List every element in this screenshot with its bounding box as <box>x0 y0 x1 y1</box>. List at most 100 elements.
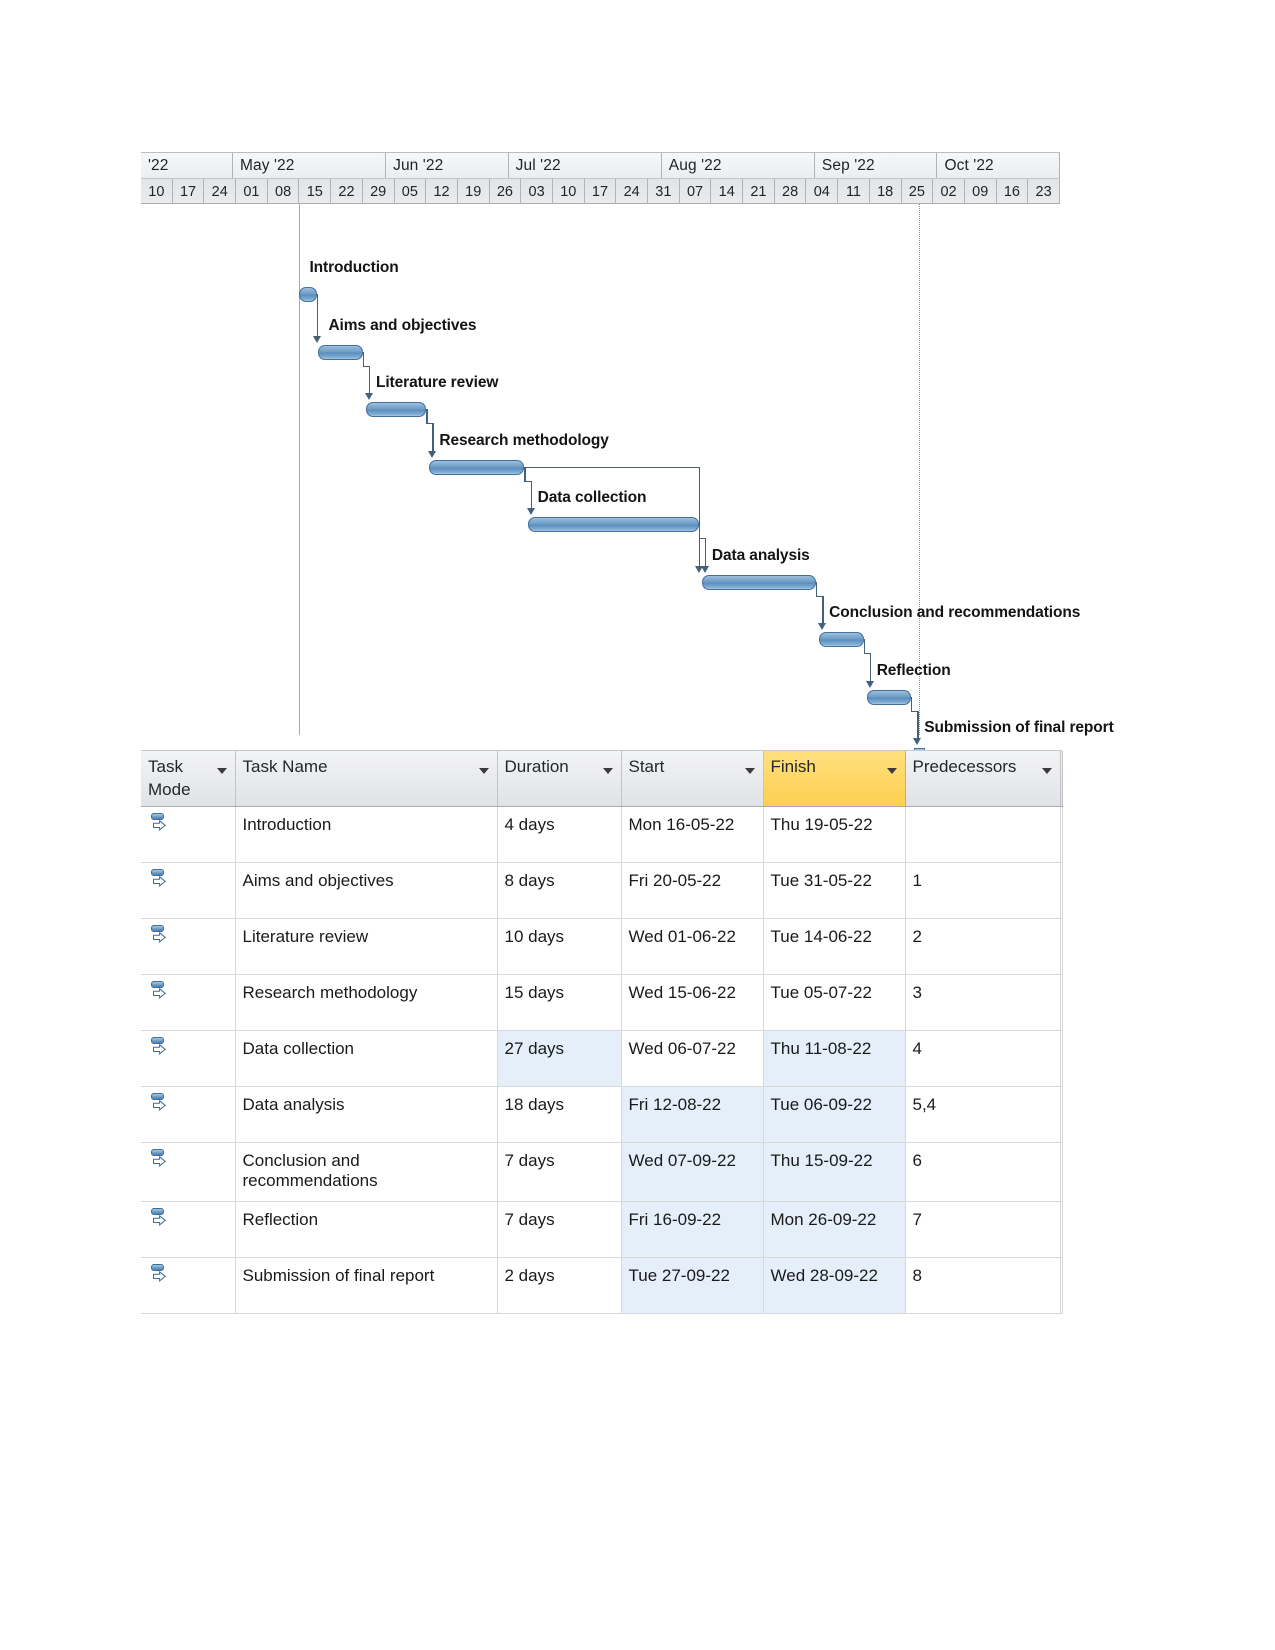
duration-cell[interactable]: 27 days <box>497 1030 622 1087</box>
table-row[interactable]: Aims and objectives 8 days Fri 20-05-22 Tue… <box>141 862 1063 919</box>
predecessors-cell[interactable]: 6 <box>905 1142 1061 1202</box>
chevron-down-icon[interactable] <box>602 768 613 774</box>
chevron-down-icon[interactable] <box>1041 768 1052 774</box>
predecessors-cell[interactable]: 4 <box>905 1030 1061 1087</box>
manually-scheduled-icon[interactable] <box>150 1149 170 1169</box>
task-name-cell[interactable]: Introduction <box>235 806 498 863</box>
finish-date-cell[interactable]: Mon 26-09-22 <box>763 1201 906 1258</box>
task-name-cell[interactable]: Conclusion and recommendations <box>235 1142 498 1202</box>
start-date-cell[interactable]: Tue 27-09-22 <box>621 1257 764 1314</box>
task-mode-cell[interactable] <box>141 1030 236 1087</box>
finish-date-cell[interactable]: Tue 05-07-22 <box>763 974 906 1031</box>
table-row[interactable]: Data collection 27 days Wed 06-07-22 Thu 11… <box>141 1030 1063 1087</box>
start-date-cell[interactable]: Mon 16-05-22 <box>621 806 764 863</box>
table-row[interactable]: Data analysis 18 days Fri 12-08-22 Tue 06-0… <box>141 1086 1063 1143</box>
table-row[interactable]: Introduction 4 days Mon 16-05-22 Thu 19-05-… <box>141 806 1063 863</box>
duration-cell[interactable]: 18 days <box>497 1086 622 1143</box>
finish-date-cell[interactable]: Thu 11-08-22 <box>763 1030 906 1087</box>
start-date-cell[interactable]: Wed 01-06-22 <box>621 918 764 975</box>
gantt-task-bar[interactable] <box>318 344 363 360</box>
gantt-task-bar[interactable] <box>701 574 816 590</box>
duration-cell[interactable]: 15 days <box>497 974 622 1031</box>
manually-scheduled-icon[interactable] <box>150 1037 170 1057</box>
duration-cell[interactable]: 2 days <box>497 1257 622 1314</box>
chevron-down-icon[interactable] <box>478 768 489 774</box>
column-header-blank[interactable] <box>1060 751 1063 807</box>
manually-scheduled-icon[interactable] <box>150 1093 170 1113</box>
task-mode-cell[interactable] <box>141 1142 236 1202</box>
predecessors-cell[interactable]: 5,4 <box>905 1086 1061 1143</box>
manually-scheduled-icon[interactable] <box>150 869 170 889</box>
finish-date-cell[interactable]: Tue 06-09-22 <box>763 1086 906 1143</box>
gantt-task-bar[interactable] <box>365 402 427 417</box>
predecessors-cell[interactable]: 1 <box>905 862 1061 919</box>
finish-date-cell[interactable]: Thu 15-09-22 <box>763 1142 906 1202</box>
task-mode-cell[interactable] <box>141 918 236 975</box>
manually-scheduled-icon[interactable] <box>150 1208 170 1228</box>
predecessors-cell[interactable] <box>905 806 1061 863</box>
gantt-task-bar[interactable] <box>429 459 525 475</box>
column-header-duration[interactable]: Duration <box>497 751 622 807</box>
dependency-arrow-icon <box>818 623 827 630</box>
task-mode-cell[interactable] <box>141 806 236 863</box>
column-header-finish[interactable]: Finish <box>763 751 906 807</box>
task-mode-cell[interactable] <box>141 1257 236 1314</box>
spacer-cell <box>1060 862 1063 919</box>
finish-date-cell[interactable]: Wed 28-09-22 <box>763 1257 906 1314</box>
task-name-cell[interactable]: Data collection <box>235 1030 498 1087</box>
task-name-cell[interactable]: Literature review <box>235 918 498 975</box>
duration-cell[interactable]: 10 days <box>497 918 622 975</box>
task-name-cell[interactable]: Aims and objectives <box>235 862 498 919</box>
table-row[interactable]: Submission of final report 2 days Tue 27-0… <box>141 1257 1063 1314</box>
manually-scheduled-icon[interactable] <box>150 1264 170 1284</box>
task-name-cell[interactable]: Submission of final report <box>235 1257 498 1314</box>
manually-scheduled-icon[interactable] <box>150 813 170 833</box>
timeline-month-0: '22 <box>141 153 233 178</box>
table-row[interactable]: Conclusion and recommendations 7 days Wed … <box>141 1142 1063 1202</box>
manually-scheduled-icon[interactable] <box>150 925 170 945</box>
column-header-task-name[interactable]: Task Name <box>235 751 498 807</box>
spacer-cell <box>1060 1030 1063 1087</box>
timeline-week-5: 15 <box>299 179 332 204</box>
chevron-down-icon[interactable] <box>886 768 897 774</box>
duration-cell[interactable]: 8 days <box>497 862 622 919</box>
table-row[interactable]: Literature review 10 days Wed 01-06-22 Tue … <box>141 918 1063 975</box>
start-date-cell[interactable]: Wed 07-09-22 <box>621 1142 764 1202</box>
predecessors-cell[interactable]: 7 <box>905 1201 1061 1258</box>
task-name-cell[interactable]: Reflection <box>235 1201 498 1258</box>
duration-cell[interactable]: 7 days <box>497 1142 622 1202</box>
predecessors-cell[interactable]: 3 <box>905 974 1061 1031</box>
column-header-task[interactable]: Task Mode <box>141 751 236 807</box>
finish-date-cell[interactable]: Tue 31-05-22 <box>763 862 906 919</box>
start-date-cell[interactable]: Fri 12-08-22 <box>621 1086 764 1143</box>
spacer-cell <box>1060 1257 1063 1314</box>
gantt-task-bar[interactable] <box>299 287 317 302</box>
task-mode-cell[interactable] <box>141 974 236 1031</box>
column-header-start[interactable]: Start <box>621 751 764 807</box>
timeline-month-4: Aug '22 <box>662 153 815 178</box>
chevron-down-icon[interactable] <box>216 768 227 774</box>
task-name-cell[interactable]: Data analysis <box>235 1086 498 1143</box>
task-name-cell[interactable]: Research methodology <box>235 974 498 1031</box>
predecessors-cell[interactable]: 2 <box>905 918 1061 975</box>
start-date-cell[interactable]: Fri 20-05-22 <box>621 862 764 919</box>
task-mode-cell[interactable] <box>141 862 236 919</box>
start-date-cell[interactable]: Fri 16-09-22 <box>621 1201 764 1258</box>
predecessors-cell[interactable]: 8 <box>905 1257 1061 1314</box>
table-row[interactable]: Reflection 7 days Fri 16-09-22 Mon 26-09-22… <box>141 1201 1063 1258</box>
finish-date-cell[interactable]: Tue 14-06-22 <box>763 918 906 975</box>
start-date-cell[interactable]: Wed 15-06-22 <box>621 974 764 1031</box>
manually-scheduled-icon[interactable] <box>150 981 170 1001</box>
gantt-task-bar[interactable] <box>819 632 864 647</box>
task-mode-cell[interactable] <box>141 1201 236 1258</box>
finish-date-cell[interactable]: Thu 19-05-22 <box>763 806 906 863</box>
gantt-task-bar[interactable] <box>866 689 912 705</box>
start-date-cell[interactable]: Wed 06-07-22 <box>621 1030 764 1087</box>
gantt-task-bar[interactable] <box>527 517 699 532</box>
duration-cell[interactable]: 7 days <box>497 1201 622 1258</box>
chevron-down-icon[interactable] <box>744 768 755 774</box>
duration-cell[interactable]: 4 days <box>497 806 622 863</box>
column-header-predecessors[interactable]: Predecessors <box>905 751 1061 807</box>
table-row[interactable]: Research methodology 15 days Wed 15-06-22 T… <box>141 974 1063 1031</box>
task-mode-cell[interactable] <box>141 1086 236 1143</box>
